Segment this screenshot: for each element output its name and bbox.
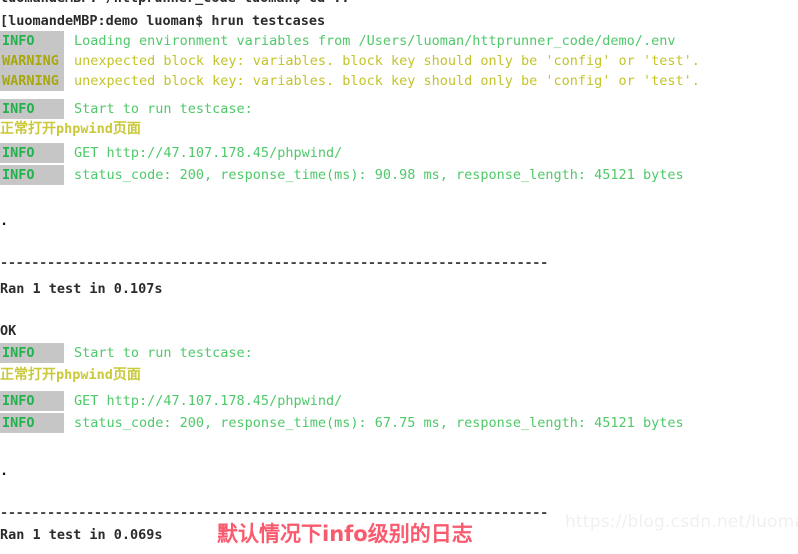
- log-line: INFO GET http://47.107.178.45/phpwind/: [0, 391, 342, 411]
- log-message: unexpected block key: variables. block k…: [74, 53, 700, 69]
- log-message: Start to run testcase:: [74, 345, 253, 361]
- log-message: status_code: 200, response_time(ms): 90.…: [74, 167, 684, 183]
- plain-output-line: Ran 1 test in 0.107s: [0, 281, 163, 297]
- terminal-window: luomandeMBP:~/httprunner_code luoman$ cd…: [0, 0, 798, 554]
- clipped-previous-prompt-line: luomandeMBP:~/httprunner_code luoman$ cd…: [0, 0, 350, 8]
- log-message: Start to run testcase:: [74, 101, 253, 117]
- red-annotation-label: 默认情况下info级别的日志: [217, 522, 473, 546]
- log-message: Loading environment variables from /User…: [74, 33, 676, 49]
- log-level-badge: INFO: [0, 143, 64, 163]
- log-message: GET http://47.107.178.45/phpwind/: [74, 393, 343, 409]
- log-level-badge: INFO: [0, 99, 64, 119]
- testcase-name-line: 正常打开phpwind页面: [0, 119, 141, 139]
- log-level-badge: INFO: [0, 413, 64, 433]
- testcase-name-ascii: phpwind: [56, 121, 113, 137]
- log-level-badge: WARNING: [0, 51, 64, 71]
- log-message: unexpected block key: variables. block k…: [74, 73, 700, 89]
- plain-output-line: Ran 1 test in 0.069s: [0, 527, 163, 543]
- log-line: INFO status_code: 200, response_time(ms):…: [0, 413, 684, 433]
- testcase-name-cn-suffix: 页面: [112, 121, 141, 137]
- shell-prompt-command-line: [luomandeMBP:demo luoman$ hrun testcases: [0, 13, 326, 29]
- log-line: INFO Start to run testcase:: [0, 99, 253, 119]
- log-level-badge: INFO: [0, 391, 64, 411]
- log-level-badge: WARNING: [0, 71, 64, 91]
- test-progress-dot: .: [0, 463, 9, 479]
- log-line: INFO status_code: 200, response_time(ms):…: [0, 165, 684, 185]
- test-progress-dot: .: [0, 213, 9, 229]
- testcase-name-cn-prefix: 正常打开: [0, 367, 56, 383]
- csdn-watermark: https://blog.csdn.net/luoman876: [565, 512, 798, 532]
- log-level-badge: INFO: [0, 343, 64, 363]
- log-message: GET http://47.107.178.45/phpwind/: [74, 145, 343, 161]
- log-line: INFO GET http://47.107.178.45/phpwind/: [0, 143, 342, 163]
- plain-output-line: OK: [0, 323, 17, 339]
- log-message: status_code: 200, response_time(ms): 67.…: [74, 415, 684, 431]
- log-line: INFO Loading environment variables from /…: [0, 31, 675, 51]
- testcase-name-cn-prefix: 正常打开: [0, 121, 56, 137]
- testcase-name-ascii: phpwind: [56, 367, 113, 383]
- log-line: WARNING unexpected block key: variables. …: [0, 71, 700, 91]
- log-level-badge: INFO: [0, 165, 64, 185]
- log-line: INFO Start to run testcase:: [0, 343, 253, 363]
- log-level-badge: INFO: [0, 31, 64, 51]
- log-line: WARNING unexpected block key: variables. …: [0, 51, 700, 71]
- testcase-name-cn-suffix: 页面: [112, 367, 141, 383]
- testcase-name-line: 正常打开phpwind页面: [0, 365, 141, 385]
- separator-line: ----------------------------------------…: [0, 255, 548, 271]
